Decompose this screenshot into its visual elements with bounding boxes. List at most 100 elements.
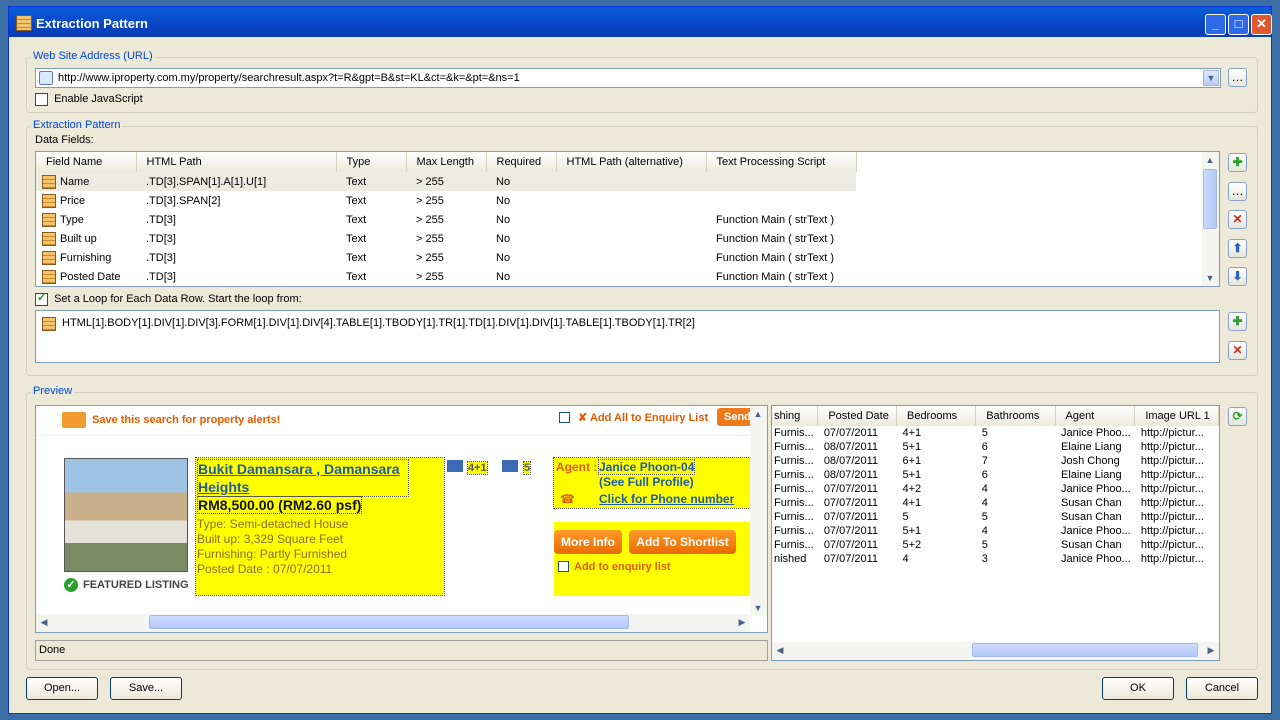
result-row[interactable]: Furnis... 07/07/2011 5 5 Susan Chan http://pi…	[772, 510, 1219, 524]
field-alt	[556, 267, 706, 286]
scroll-down-arrow[interactable]: ▼	[1202, 270, 1218, 286]
data-field-row[interactable]: Price .TD[3].SPAN[2] Text > 255 No	[36, 191, 856, 210]
preview-browser[interactable]: Save this search for property alerts! ✘ …	[35, 405, 768, 633]
result-cell: Josh Chong	[1061, 455, 1120, 467]
bedrooms-value: 4+1	[467, 461, 488, 475]
column-header[interactable]: Type	[336, 152, 407, 172]
result-row[interactable]: Furnis... 07/07/2011 4+1 4 Susan Chan http://…	[772, 496, 1219, 510]
preview-vscrollbar[interactable]: ▲ ▼	[750, 406, 767, 616]
data-fields-scrollbar[interactable]: ▲ ▼	[1202, 152, 1219, 286]
add-field-button[interactable]: ✚	[1228, 153, 1247, 172]
scroll-thumb[interactable]	[149, 615, 629, 629]
edit-field-button[interactable]: …	[1228, 182, 1247, 201]
column-header[interactable]: Required	[486, 152, 557, 172]
scroll-up-arrow[interactable]: ▲	[1202, 152, 1218, 168]
delete-loop-button[interactable]: ✕	[1228, 341, 1247, 360]
enable-javascript-option[interactable]: Enable JavaScript	[35, 93, 143, 106]
scroll-left-arrow[interactable]: ◀	[772, 642, 788, 658]
column-header[interactable]: shing	[772, 406, 819, 426]
enquiry-checkbox[interactable]	[558, 561, 569, 572]
data-field-row[interactable]: Built up .TD[3] Text > 255 No Function Main (…	[36, 229, 856, 248]
scroll-down-arrow[interactable]: ▼	[750, 600, 766, 616]
preview-hscrollbar[interactable]: ◀ ▶	[36, 614, 750, 632]
column-header[interactable]: Bathrooms	[975, 406, 1056, 426]
phone-number-link[interactable]: Click for Phone number	[599, 492, 734, 506]
add-all-checkbox[interactable]	[559, 412, 570, 423]
results-hscrollbar[interactable]: ◀ ▶	[772, 642, 1219, 660]
result-row[interactable]: Furnis... 07/07/2011 4+1 5 Janice Phoo... htt…	[772, 426, 1219, 440]
column-header[interactable]: HTML Path (alternative)	[556, 152, 707, 172]
column-header[interactable]: Max Length	[406, 152, 487, 172]
result-cell: 07/07/2011	[823, 427, 879, 439]
result-row[interactable]: nished 07/07/2011 4 3 Janice Phoo... http://p…	[772, 552, 1219, 566]
agent-profile-link[interactable]: (See Full Profile)	[599, 475, 694, 489]
result-row[interactable]: Furnis... 08/07/2011 5+1 6 Elaine Liang http:…	[772, 468, 1219, 482]
scroll-up-arrow[interactable]: ▲	[750, 406, 766, 422]
ok-button[interactable]: OK	[1102, 677, 1174, 700]
cancel-button[interactable]: Cancel	[1186, 677, 1258, 700]
column-header[interactable]: Posted Date	[817, 406, 897, 426]
status-text: Done	[39, 644, 66, 656]
scroll-left-arrow[interactable]: ◀	[36, 614, 52, 630]
property-photo[interactable]	[64, 458, 188, 572]
scroll-right-arrow[interactable]: ▶	[734, 614, 750, 630]
result-row[interactable]: Furnis... 08/07/2011 6+1 7 Josh Chong http://…	[772, 454, 1219, 468]
field-name: Type	[60, 213, 84, 226]
url-input[interactable]: http://www.iproperty.com.my/property/sea…	[35, 68, 1221, 88]
result-row[interactable]: Furnis... 07/07/2011 5+2 5 Susan Chan http://…	[772, 538, 1219, 552]
agent-name[interactable]: Janice Phoon-04	[597, 459, 696, 475]
add-all-link[interactable]: Add All to Enquiry List	[590, 412, 708, 424]
column-header[interactable]: HTML Path	[136, 152, 337, 172]
column-header[interactable]: Bedrooms	[896, 406, 977, 426]
data-field-row[interactable]: Furnishing .TD[3] Text > 255 No Function Main…	[36, 248, 856, 267]
url-group-label: Web Site Address (URL)	[31, 50, 155, 62]
result-row[interactable]: Furnis... 08/07/2011 5+1 6 Elaine Liang http:…	[772, 440, 1219, 454]
result-row[interactable]: Furnis... 07/07/2011 4+2 4 Janice Phoo... htt…	[772, 482, 1219, 496]
bathrooms-value: 5	[522, 461, 532, 475]
open-button[interactable]: Open...	[26, 677, 98, 700]
add-loop-button[interactable]: ✚	[1228, 312, 1247, 331]
save-button[interactable]: Save...	[110, 677, 182, 700]
column-header[interactable]: Field Name	[36, 152, 137, 172]
data-field-row[interactable]: Type .TD[3] Text > 255 No Function Main ( str…	[36, 210, 856, 229]
result-cell: http://pictur...	[1140, 483, 1204, 495]
delete-field-button[interactable]: ✕	[1228, 210, 1247, 229]
field-name: Furnishing	[60, 251, 112, 264]
url-browse-button[interactable]: …	[1228, 68, 1247, 87]
url-dropdown-arrow[interactable]: ▼	[1203, 70, 1219, 86]
result-cell: 08/07/2011	[823, 455, 879, 467]
enable-javascript-checkbox[interactable]	[35, 93, 48, 106]
listing-details: Bukit Damansara , Damansara Heights RM8,…	[195, 457, 445, 596]
loop-checkbox[interactable]	[35, 291, 48, 306]
result-cell: 5+1	[902, 441, 922, 453]
add-to-shortlist-button[interactable]: Add To Shortlist	[629, 530, 736, 554]
column-header[interactable]: Agent	[1055, 406, 1136, 426]
listing-title[interactable]: Bukit Damansara , Damansara Heights	[197, 459, 409, 497]
phone-icon: ☎	[560, 492, 575, 506]
minimize-button[interactable]: _	[1205, 14, 1226, 35]
data-field-row[interactable]: Posted Date .TD[3] Text > 255 No Function Mai…	[36, 267, 856, 286]
loop-option[interactable]: Set a Loop for Each Data Row. Start the …	[35, 291, 302, 306]
result-row[interactable]: Furnis... 07/07/2011 5+1 4 Janice Phoo... htt…	[772, 524, 1219, 538]
field-name: Name	[60, 175, 90, 188]
result-cell: 07/07/2011	[823, 483, 879, 495]
add-to-enquiry-link[interactable]: Add to enquiry list	[574, 561, 671, 573]
result-cell: Furnis...	[774, 511, 814, 523]
result-cell: 4	[981, 525, 988, 537]
results-header: shing Posted Date Bedrooms Bathrooms Age…	[772, 406, 1219, 426]
move-up-button[interactable]: ⬆	[1228, 239, 1247, 258]
result-cell: 5	[981, 427, 988, 439]
scroll-right-arrow[interactable]: ▶	[1203, 642, 1219, 658]
maximize-button[interactable]: □	[1228, 14, 1249, 35]
close-button[interactable]: ✕	[1251, 14, 1272, 35]
more-info-button[interactable]: More Info	[554, 530, 622, 554]
column-header[interactable]: Text Processing Script	[706, 152, 857, 172]
refresh-button[interactable]: ⟳	[1228, 407, 1247, 426]
save-alert-link[interactable]: Save this search for property alerts!	[92, 414, 280, 426]
scroll-thumb[interactable]	[972, 643, 1198, 657]
loop-path-box[interactable]: HTML[1].BODY[1].DIV[1].DIV[3].FORM[1].DI…	[35, 310, 1220, 363]
scroll-thumb[interactable]	[1203, 169, 1217, 229]
column-header[interactable]: Image URL 1	[1134, 406, 1219, 426]
move-down-button[interactable]: ⬇	[1228, 267, 1247, 286]
data-field-row[interactable]: Name .TD[3].SPAN[1].A[1].U[1] Text > 255 No	[36, 172, 856, 191]
